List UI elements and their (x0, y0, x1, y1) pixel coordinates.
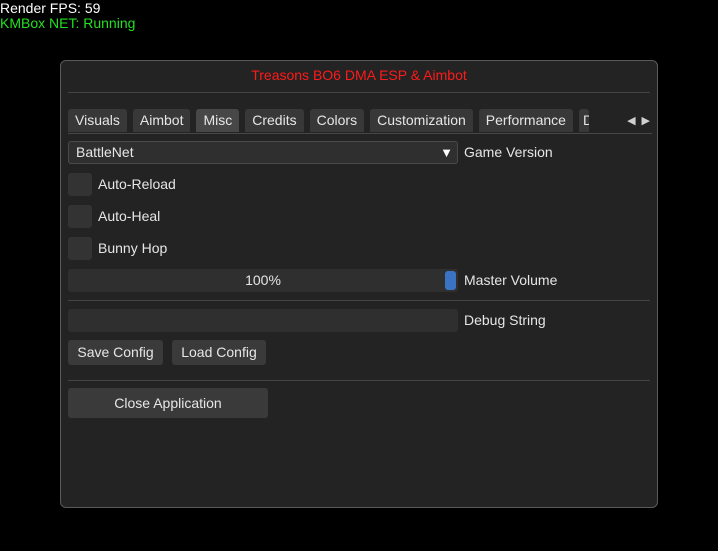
slider-grab-handle[interactable] (445, 271, 456, 290)
tab-misc[interactable]: Misc (196, 109, 240, 132)
section-divider-bottom (68, 380, 650, 381)
save-config-button[interactable]: Save Config (68, 340, 163, 365)
debug-string-input[interactable] (68, 309, 458, 332)
tab-colors[interactable]: Colors (309, 109, 365, 132)
tab-overflow[interactable]: D (578, 109, 589, 132)
triangle-right-icon[interactable]: ▶ (640, 114, 652, 127)
auto-reload-label: Auto-Reload (98, 176, 176, 192)
master-volume-value: 100% (245, 272, 281, 288)
tab-credits[interactable]: Credits (245, 109, 304, 132)
tab-bar: Visuals Aimbot Misc Credits Colors Custo… (68, 109, 652, 133)
main-window: Treasons BO6 DMA ESP & Aimbot Visuals Ai… (60, 60, 658, 508)
bunny-hop-checkbox[interactable] (68, 237, 92, 260)
triangle-left-icon[interactable]: ◀ (625, 114, 637, 127)
kmbox-status-text: KMBox NET: Running (0, 15, 136, 31)
window-title: Treasons BO6 DMA ESP & Aimbot (251, 67, 467, 83)
tab-customization[interactable]: Customization (370, 109, 473, 132)
section-divider (68, 300, 650, 301)
tab-scroll-buttons: ◀ ▶ (618, 109, 652, 132)
auto-heal-label: Auto-Heal (98, 208, 161, 224)
tab-visuals[interactable]: Visuals (68, 109, 127, 132)
title-divider (68, 92, 650, 93)
master-volume-label: Master Volume (464, 272, 558, 288)
game-version-label: Game Version (464, 144, 553, 160)
tab-underline (68, 133, 652, 134)
auto-heal-checkbox[interactable] (68, 205, 92, 228)
bunny-hop-label: Bunny Hop (98, 240, 168, 256)
tab-aimbot[interactable]: Aimbot (132, 109, 191, 132)
render-fps-text: Render FPS: 59 (0, 0, 101, 16)
tab-performance[interactable]: Performance (478, 109, 573, 132)
triangle-down-icon[interactable]: ▼ (440, 142, 453, 163)
auto-reload-checkbox[interactable] (68, 173, 92, 196)
game-version-combo[interactable]: BattleNet ▼ (68, 141, 458, 164)
load-config-button[interactable]: Load Config (172, 340, 266, 365)
debug-string-label: Debug String (464, 312, 546, 328)
game-version-value: BattleNet (76, 144, 134, 160)
close-application-button[interactable]: Close Application (68, 388, 268, 418)
master-volume-slider[interactable]: 100% (68, 269, 458, 292)
